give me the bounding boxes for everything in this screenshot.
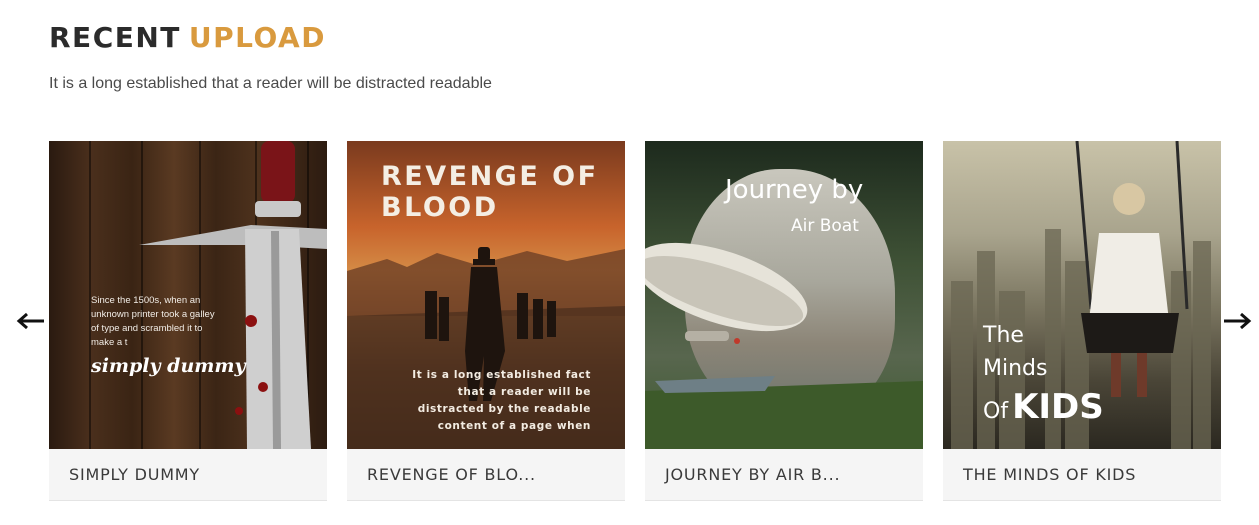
book-card[interactable]: Journey by Air Boat JOURNEY BY AIR B... (645, 141, 923, 501)
cover-title: REVENGE OF BLOOD (381, 161, 599, 223)
carousel-next-button[interactable] (1222, 308, 1252, 334)
cover-line3-kids: KIDS (1012, 387, 1104, 427)
arrow-right-icon (1224, 312, 1252, 330)
cover-text: Since the 1500s, when an unknown printer… (91, 295, 215, 348)
book-caption[interactable]: SIMPLY DUMMY (49, 449, 327, 501)
section-subtitle: It is a long established that a reader w… (49, 75, 492, 92)
cover-line3: Of KIDS (983, 387, 1104, 427)
book-card[interactable]: REVENGE OF BLOOD It is a long establishe… (347, 141, 625, 501)
book-caption[interactable]: THE MINDS OF KIDS (943, 449, 1221, 501)
book-cover-image[interactable]: Since the 1500s, when an unknown printer… (49, 141, 327, 449)
cover-text: It is a long established fact that a rea… (412, 369, 591, 432)
book-title[interactable]: SIMPLY DUMMY (69, 465, 200, 484)
arrow-left-icon (16, 312, 44, 330)
cover-title: Journey by (725, 175, 864, 205)
carousel-prev-button[interactable] (16, 308, 46, 334)
section-title-part1: RECENT (49, 21, 181, 54)
cover-subtitle: Air Boat (791, 216, 859, 236)
book-card[interactable]: The Minds Of KIDS THE MINDS OF KIDS (943, 141, 1221, 501)
book-caption[interactable]: REVENGE OF BLO... (347, 449, 625, 501)
section-title: RECENT UPLOAD (49, 22, 326, 54)
book-card[interactable]: Since the 1500s, when an unknown printer… (49, 141, 327, 501)
cover-line1: The (983, 323, 1024, 348)
book-caption[interactable]: JOURNEY BY AIR B... (645, 449, 923, 501)
book-cover-image[interactable]: REVENGE OF BLOOD It is a long establishe… (347, 141, 625, 449)
section-title-part2: UPLOAD (188, 21, 326, 54)
cover-title: simply dummy (91, 355, 246, 377)
book-cover-image[interactable]: Journey by Air Boat (645, 141, 923, 449)
cover-title-line1: REVENGE OF (381, 161, 599, 192)
book-title[interactable]: JOURNEY BY AIR B... (665, 465, 840, 484)
cover-line3-of: Of (983, 399, 1009, 424)
book-title[interactable]: THE MINDS OF KIDS (963, 465, 1136, 484)
cover-title-line2: BLOOD (381, 192, 499, 223)
book-cover-image[interactable]: The Minds Of KIDS (943, 141, 1221, 449)
book-title[interactable]: REVENGE OF BLO... (367, 465, 536, 484)
cover-line2: Minds (983, 356, 1048, 381)
